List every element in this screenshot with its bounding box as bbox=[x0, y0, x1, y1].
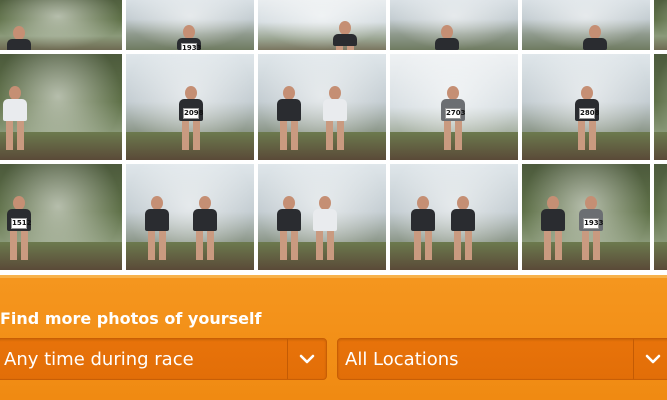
race-photo[interactable]: 2098 bbox=[126, 54, 254, 160]
bib-number-text: 2808 bbox=[580, 109, 600, 117]
race-photo[interactable]: 1520 bbox=[654, 54, 667, 160]
bib-number-text: 1512 bbox=[12, 219, 32, 227]
time-select-value: Any time during race bbox=[4, 349, 194, 370]
race-photo[interactable]: 2703 bbox=[390, 54, 518, 160]
location-select-value: All Locations bbox=[345, 349, 459, 370]
bib-number: 2703 bbox=[445, 108, 466, 119]
bib-number: 2808 bbox=[579, 108, 600, 119]
find-photos-panel: Find more photos of yourself Any time du… bbox=[0, 275, 667, 400]
chevron-down-icon[interactable] bbox=[288, 339, 326, 379]
bib-number: 1933 bbox=[583, 218, 604, 229]
bib-number: 2098 bbox=[183, 108, 204, 119]
race-photo[interactable]: 1933 bbox=[126, 0, 254, 50]
race-photo[interactable] bbox=[258, 164, 386, 270]
bib-number: 1933 bbox=[181, 43, 202, 50]
time-select[interactable]: Any time during race bbox=[0, 338, 327, 380]
race-photo[interactable]: 1512 bbox=[0, 164, 122, 270]
race-photo[interactable]: 36 bbox=[654, 0, 667, 50]
bib-number-text: 1933 bbox=[182, 44, 202, 50]
race-photo[interactable] bbox=[654, 164, 667, 270]
race-photo[interactable] bbox=[522, 0, 650, 50]
chevron-down-icon[interactable] bbox=[634, 339, 667, 379]
race-photo[interactable]: 1933 bbox=[522, 164, 650, 270]
bib-number-text: 2098 bbox=[184, 109, 204, 117]
panel-title: Find more photos of yourself bbox=[0, 309, 262, 328]
race-photo[interactable] bbox=[258, 0, 386, 50]
photo-grid: 1933 36 2098 2703 2808 1520 1512 1933 bbox=[0, 0, 667, 270]
race-photo[interactable] bbox=[390, 164, 518, 270]
location-select[interactable]: All Locations bbox=[337, 338, 667, 380]
race-photo-page: 1933 36 2098 2703 2808 1520 1512 1933 Fi… bbox=[0, 0, 667, 400]
bib-number-text: 1933 bbox=[584, 219, 604, 227]
race-photo[interactable] bbox=[126, 164, 254, 270]
race-photo[interactable] bbox=[258, 54, 386, 160]
bib-number: 1512 bbox=[11, 218, 32, 229]
bib-number-text: 2703 bbox=[446, 109, 466, 117]
race-photo[interactable] bbox=[390, 0, 518, 50]
race-photo[interactable] bbox=[0, 0, 122, 50]
race-photo[interactable] bbox=[0, 54, 122, 160]
race-photo[interactable]: 2808 bbox=[522, 54, 650, 160]
